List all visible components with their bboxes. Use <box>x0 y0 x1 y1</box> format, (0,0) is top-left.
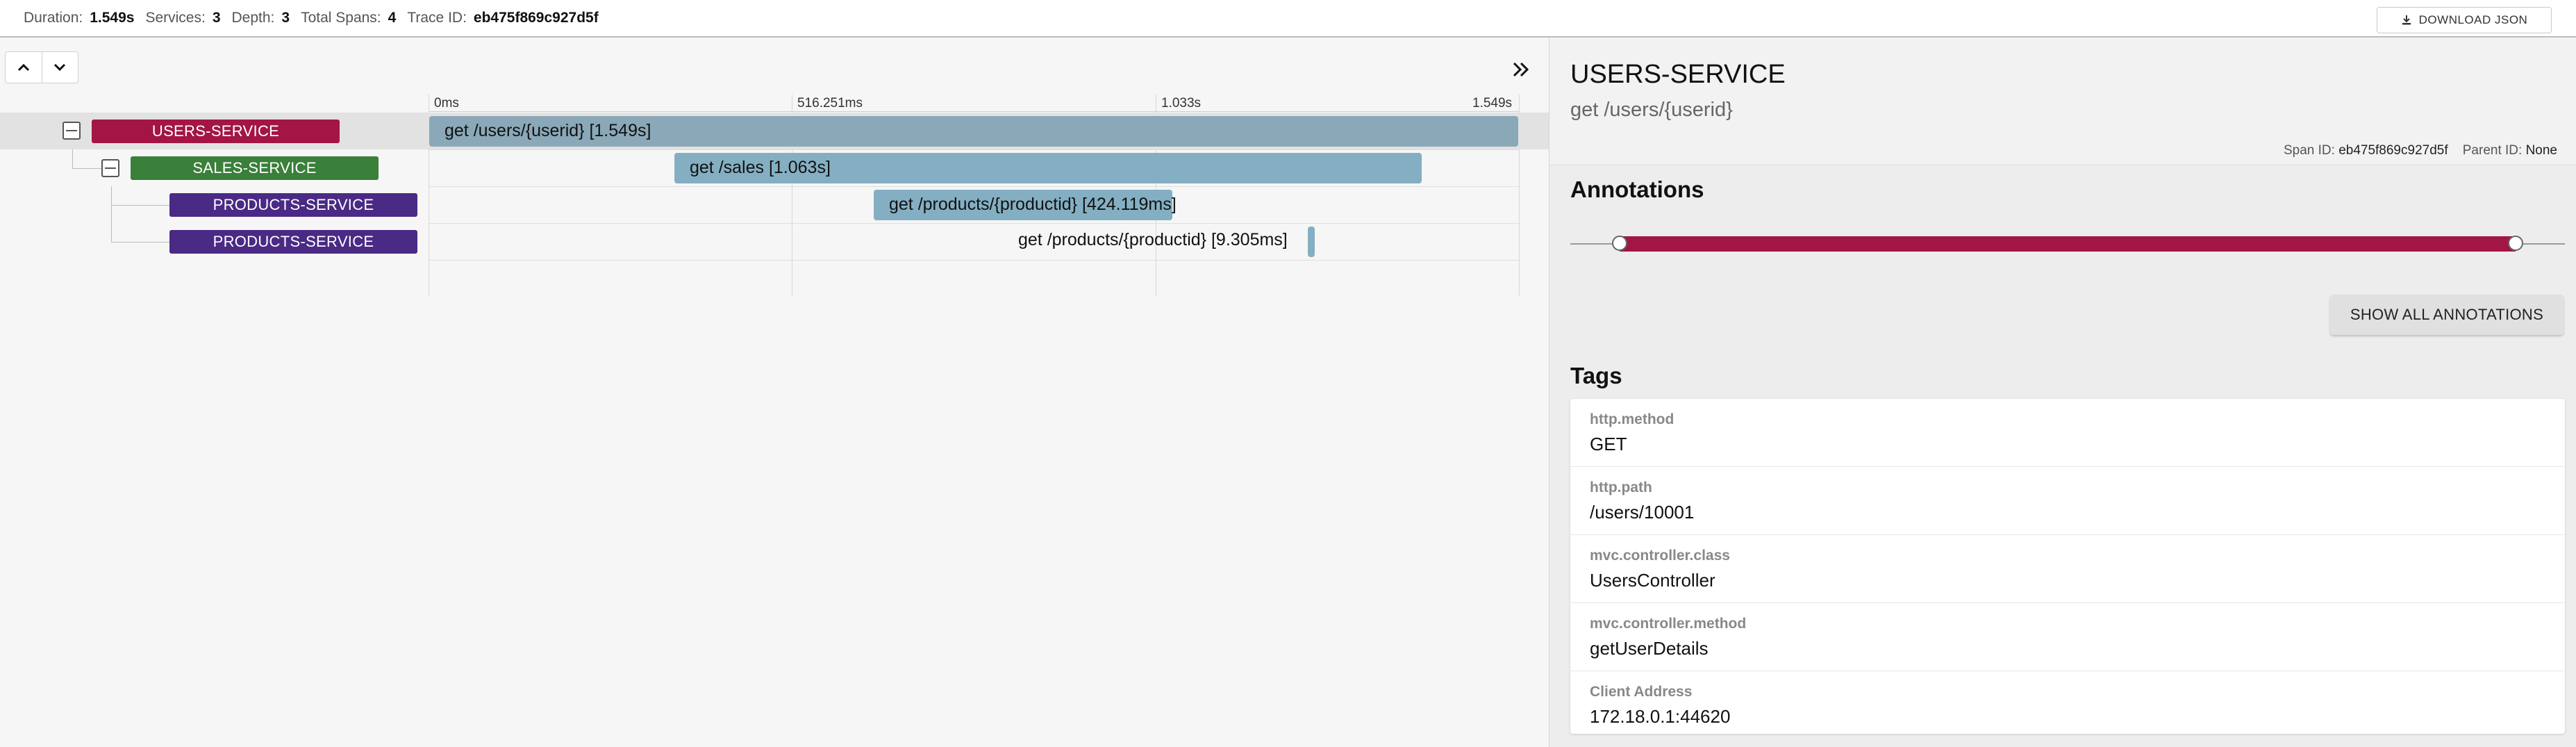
span-id-label: Span ID: <box>2283 143 2335 158</box>
tag-value: UsersController <box>1590 570 1715 591</box>
stat-value: eb475f869c927d5f <box>473 10 599 26</box>
service-badge: SALES-SERVICE <box>131 156 379 180</box>
service-badge: PRODUCTS-SERVICE <box>169 193 417 217</box>
tag-value: getUserDetails <box>1590 638 1709 659</box>
service-badge: USERS-SERVICE <box>92 120 340 143</box>
tag-value: GET <box>1590 434 1627 454</box>
annotation-end-marker[interactable] <box>2508 236 2523 251</box>
tag-row: Client Address 172.18.0.1:44620 <box>1570 671 2565 739</box>
span-bar-label: get /sales [1.063s] <box>690 158 831 177</box>
tag-row: http.path /users/10001 <box>1570 467 2565 535</box>
tick-label: 516.251ms <box>797 96 863 110</box>
tag-value: 172.18.0.1:44620 <box>1590 706 1731 727</box>
parent-id-value: None <box>2525 143 2557 158</box>
parent-id-label: Parent ID: <box>2462 143 2523 158</box>
stat-label: Total Spans: <box>301 10 381 26</box>
show-all-annotations-button[interactable]: SHOW ALL ANNOTATIONS <box>2330 295 2563 335</box>
tags-heading: Tags <box>1570 363 1622 388</box>
download-json-button[interactable]: DOWNLOAD JSON <box>2377 7 2552 33</box>
trace-timeline: 0ms 516.251ms 1.033s 1.549s USERS-SERVIC… <box>0 38 1549 747</box>
timeline-axis <box>429 111 1519 112</box>
annotation-start-marker[interactable] <box>1612 236 1627 251</box>
toggle-detail-panel-button[interactable] <box>1507 56 1535 83</box>
stat-label: Depth: <box>231 10 275 26</box>
next-span-button[interactable] <box>41 52 78 83</box>
chevron-up-icon <box>17 63 29 72</box>
previous-span-button[interactable] <box>6 52 42 83</box>
tags-list: http.method GET http.path /users/10001 m… <box>1570 399 2565 734</box>
stat-trace-id: Trace ID: eb475f869c927d5f <box>407 10 598 26</box>
span-id-value: eb475f869c927d5f <box>2338 143 2448 158</box>
service-badge: PRODUCTS-SERVICE <box>169 230 417 254</box>
span-bar[interactable] <box>1308 227 1315 257</box>
span-bar-label: get /products/{productid} [9.305ms] <box>1018 230 1288 249</box>
stat-label: Trace ID: <box>407 10 467 26</box>
stat-label: Duration: <box>24 10 83 26</box>
row-divider <box>429 260 1519 261</box>
tag-value: /users/10001 <box>1590 502 1695 523</box>
tag-row: mvc.controller.method getUserDetails <box>1570 603 2565 671</box>
annotations-heading: Annotations <box>1570 177 1704 202</box>
span-detail-panel: USERS-SERVICE get /users/{userid} Span I… <box>1549 38 2576 747</box>
collapse-toggle[interactable] <box>101 159 119 177</box>
stat-depth: Depth: 3 <box>232 10 290 26</box>
tag-row: http.method GET <box>1570 399 2565 467</box>
detail-service-name: USERS-SERVICE <box>1570 60 1786 89</box>
chevron-down-icon <box>54 63 66 72</box>
double-chevron-right-icon <box>1513 62 1529 77</box>
stat-value: 3 <box>212 10 221 26</box>
span-row-products-service[interactable]: PRODUCTS-SERVICE get /products/{producti… <box>0 186 1549 223</box>
stat-duration: Duration: 1.549s <box>24 10 134 26</box>
span-nav-group <box>5 51 78 83</box>
stat-value: 1.549s <box>90 10 135 26</box>
collapse-toggle[interactable] <box>63 122 81 140</box>
span-row-users-service[interactable]: USERS-SERVICE get /users/{userid} [1.549… <box>0 113 1549 149</box>
span-row-products-service[interactable]: PRODUCTS-SERVICE get /products/{producti… <box>0 223 1549 260</box>
tick-label: 1.549s <box>1472 96 1513 110</box>
span-bar-label: get /products/{productid} [424.119ms] <box>889 195 1177 214</box>
trace-summary-bar: Duration: 1.549s Services: 3 Depth: 3 To… <box>0 0 2576 38</box>
span-ids: Span ID: eb475f869c927d5f Parent ID: Non… <box>2284 143 2557 158</box>
stat-value: 4 <box>388 10 397 26</box>
download-json-label: DOWNLOAD JSON <box>2418 13 2528 26</box>
tag-row: mvc.controller.class UsersController <box>1570 535 2565 603</box>
stat-value: 3 <box>281 10 290 26</box>
stat-label: Services: <box>145 10 206 26</box>
span-detail-header: USERS-SERVICE get /users/{userid} Span I… <box>1549 38 2576 165</box>
tag-key: http.method <box>1590 411 1675 427</box>
stat-services: Services: 3 <box>145 10 220 26</box>
tag-key: http.path <box>1590 479 1652 495</box>
span-bar-label: get /users/{userid} [1.549s] <box>444 121 651 140</box>
download-icon <box>2402 15 2411 25</box>
tick-label: 1.033s <box>1161 96 1202 110</box>
span-row-sales-service[interactable]: SALES-SERVICE get /sales [1.063s] <box>0 149 1549 186</box>
stat-total-spans: Total Spans: 4 <box>301 10 396 26</box>
tag-key: mvc.controller.class <box>1590 548 1730 564</box>
tick-label: 0ms <box>434 96 459 110</box>
tag-key: Client Address <box>1590 684 1693 700</box>
detail-span-name: get /users/{userid} <box>1570 99 1733 121</box>
annotation-range <box>1620 236 2516 252</box>
tag-key: mvc.controller.method <box>1590 616 1747 632</box>
